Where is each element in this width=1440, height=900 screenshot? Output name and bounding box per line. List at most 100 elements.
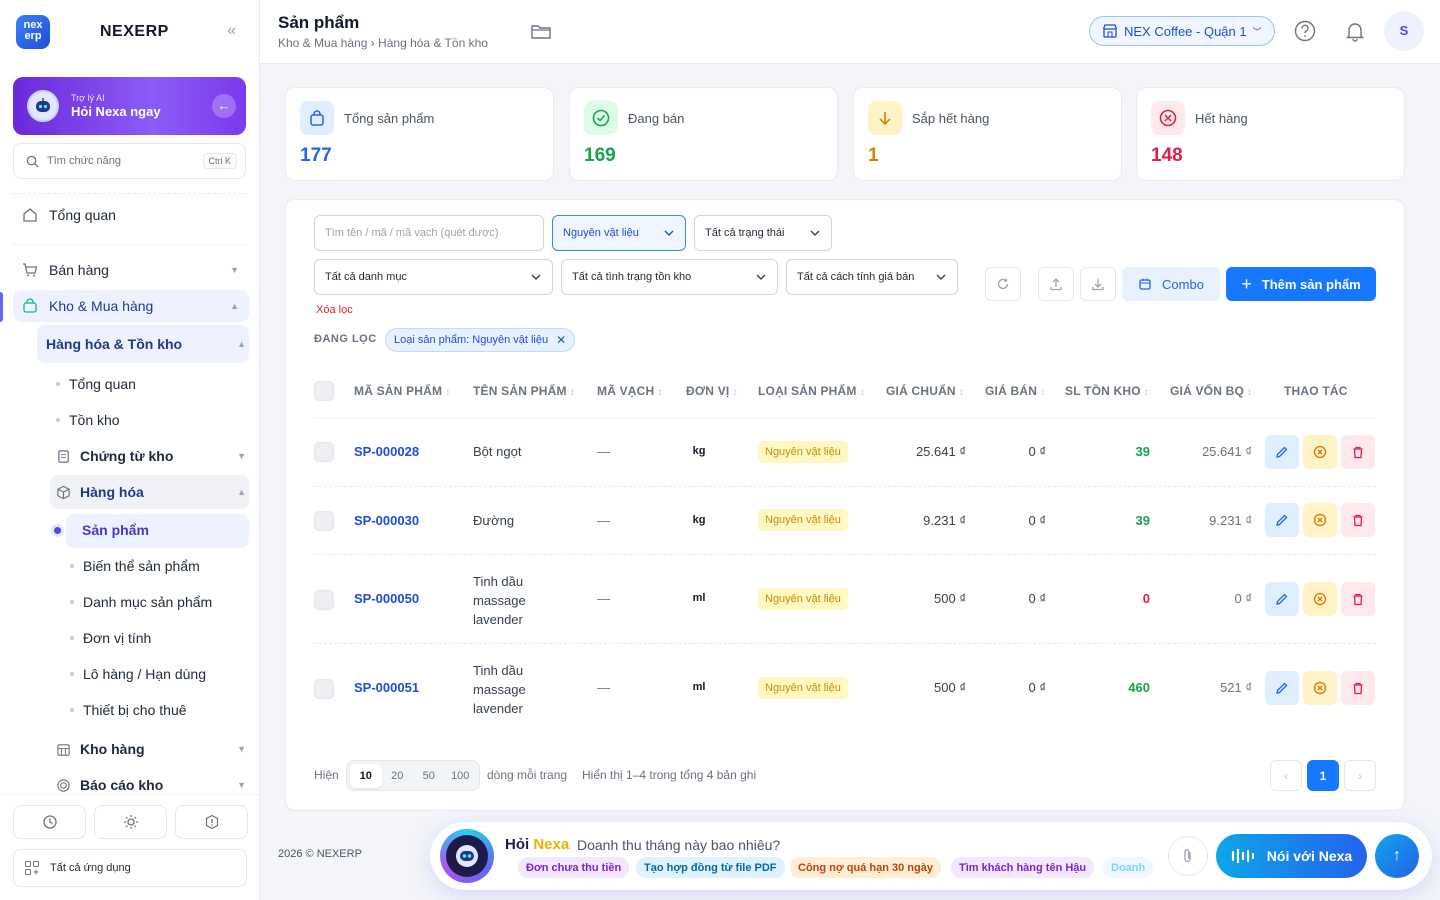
page-size-option[interactable]: 20 [382,764,414,788]
arrow-left-icon[interactable]: ← [212,94,236,118]
close-icon[interactable]: ✕ [556,333,566,347]
select-all-checkbox[interactable] [314,381,334,401]
stock-state-filter-select[interactable]: Tất cả tình trạng tồn kho [561,259,778,295]
edit-button[interactable] [1265,503,1299,537]
delete-button[interactable] [1341,582,1375,616]
sidebar-item-goods-inventory[interactable]: Hàng hóa & Tồn kho ▲ [46,330,246,358]
attach-button[interactable] [1168,836,1208,876]
delete-button[interactable] [1341,435,1375,469]
sidebar-item-overview[interactable]: Tổng quan [13,199,249,231]
product-code-link[interactable]: SP-000050 [354,591,419,606]
suggestion-chip[interactable]: Tìm khách hàng tên Hậu [951,857,1095,878]
folder-icon[interactable] [530,22,552,45]
page-size-option[interactable]: 50 [413,764,445,788]
talk-to-nexa-button[interactable]: Nói với Nexa [1216,834,1367,878]
delete-button[interactable] [1341,503,1375,537]
sidebar-item-lots[interactable]: Lô hàng / Hạn dùng [70,660,206,688]
ai-assistant-card[interactable]: Trợ lý AI Hỏi Nexa ngay ← [13,77,246,135]
page-size-selector: 10 20 50 100 [346,760,480,791]
column-header-std-price[interactable]: GIÁ CHUẨN ↕ [886,384,964,398]
row-checkbox[interactable] [314,590,334,610]
pricing-filter-select[interactable]: Tất cả cách tính giá bán [786,259,958,295]
export-button[interactable] [1038,267,1074,301]
store-selector[interactable]: NEX Coffee - Quận 1 ﹀ [1089,16,1275,46]
suggestion-chip[interactable]: Doanh [1103,857,1153,878]
search-input[interactable]: Tìm tên / mã / mã vạch (quét được) [314,215,544,251]
suggestion-chip[interactable]: Công nợ quá hạn 30 ngày [790,857,941,878]
pricing-filter-value: Tất cả cách tính giá bán [797,271,915,283]
refresh-button[interactable] [985,267,1021,301]
column-header-stock[interactable]: SL TỒN KHO ↕ [1065,384,1149,398]
page-title: Sản phẩm [278,13,360,32]
edit-button[interactable] [1265,582,1299,616]
prev-page-button[interactable]: ‹ [1270,760,1302,791]
sidebar-item-variants[interactable]: Biến thể sản phẩm [70,552,200,580]
column-header-type[interactable]: LOẠI SẢN PHẨM ↕ [758,384,865,398]
sidebar-item-stores[interactable]: Kho hàng ▼ [56,735,246,763]
column-header-code[interactable]: MÃ SẢN PHẨM ↕ [354,384,450,398]
brand[interactable]: nex erp NEXERP « [16,14,244,50]
alert-icon[interactable] [175,805,248,839]
sidebar-item-products[interactable]: Sản phẩm [82,516,149,544]
row-checkbox[interactable] [314,511,334,531]
history-icon[interactable] [13,805,86,839]
next-page-button[interactable]: › [1344,760,1376,791]
suggestion-chip[interactable]: Đơn chưa thu tiền [518,857,630,878]
search-icon [26,155,39,168]
help-icon[interactable] [1294,20,1316,45]
type-filter-select[interactable]: Nguyên vật liệu [552,215,686,251]
row-checkbox[interactable] [314,679,334,699]
column-header-barcode[interactable]: MÃ VẠCH ↕ [597,384,663,398]
chevron-down-icon: ▼ [230,265,239,275]
product-code-link[interactable]: SP-000051 [354,680,419,695]
average-cost: 9.231 ₫ [1209,513,1252,528]
category-filter-select[interactable]: Tất cả danh mục [314,259,553,295]
send-button[interactable]: ↑ [1375,834,1419,878]
sidebar-item-warehouse[interactable]: Kho & Mua hàng ▲ [13,290,249,322]
deactivate-button[interactable] [1303,503,1337,537]
product-code-link[interactable]: SP-000028 [354,444,419,459]
row-checkbox[interactable] [314,442,334,462]
delete-button[interactable] [1341,671,1375,705]
clear-filter-link[interactable]: Xóa lọc [316,304,353,316]
sidebar-item-units[interactable]: Đơn vị tính [70,624,151,652]
deactivate-button[interactable] [1303,582,1337,616]
suggestion-chip[interactable]: Tạo hợp đồng từ file PDF [636,857,785,878]
sidebar-item-rentals[interactable]: Thiết bị cho thuê [70,696,187,724]
collapse-sidebar-icon[interactable]: « [227,22,236,40]
standard-price: 9.231 ₫ [923,513,966,528]
sidebar-item-categories[interactable]: Danh mục sản phẩm [70,588,212,616]
stock-quantity: 39 [1135,444,1150,459]
sidebar-item-sub-overview[interactable]: Tổng quan [56,370,136,398]
import-button[interactable] [1080,267,1116,301]
edit-button[interactable] [1265,435,1299,469]
status-filter-select[interactable]: Tất cả trạng thái [694,215,832,251]
combo-button[interactable]: Combo [1122,267,1220,301]
page-button[interactable]: 1 [1307,760,1339,791]
sidebar-search[interactable]: Tìm chức năng Ctrl K [13,143,246,179]
product-code-link[interactable]: SP-000030 [354,513,419,528]
deactivate-button[interactable] [1303,671,1337,705]
sidebar-item-vouchers[interactable]: Chứng từ kho ▼ [56,442,246,470]
x-circle-icon [1151,101,1185,135]
column-header-sale-price[interactable]: GIÁ BÁN ↕ [985,384,1045,398]
sidebar-item-sales[interactable]: Bán hàng ▼ [13,254,249,286]
sidebar-item-stock[interactable]: Tồn kho [56,406,120,434]
sidebar-item-goods[interactable]: Hàng hóa ▲ [56,478,246,506]
average-cost: 521 ₫ [1220,680,1252,695]
edit-button[interactable] [1265,671,1299,705]
page-size-option[interactable]: 10 [350,763,382,788]
theme-icon[interactable] [94,805,167,839]
avatar[interactable]: S [1384,11,1424,51]
deactivate-button[interactable] [1303,435,1337,469]
nexa-avatar[interactable] [440,829,494,883]
add-product-button[interactable]: + Thêm sản phẩm [1226,267,1376,301]
column-header-name[interactable]: TÊN SẢN PHẨM ↕ [473,384,575,398]
column-header-unit[interactable]: ĐƠN VỊ ↕ [686,384,738,398]
all-apps-button[interactable]: Tất cả ứng dụng [13,849,247,887]
page-size-option[interactable]: 100 [445,764,477,788]
current-page-dot [54,527,61,534]
column-header-avg-cost[interactable]: GIÁ VỐN BQ ↕ [1170,384,1252,398]
bell-icon[interactable] [1344,20,1366,45]
nexa-question-input[interactable]: Doanh thu tháng này bao nhiêu? [577,837,780,853]
